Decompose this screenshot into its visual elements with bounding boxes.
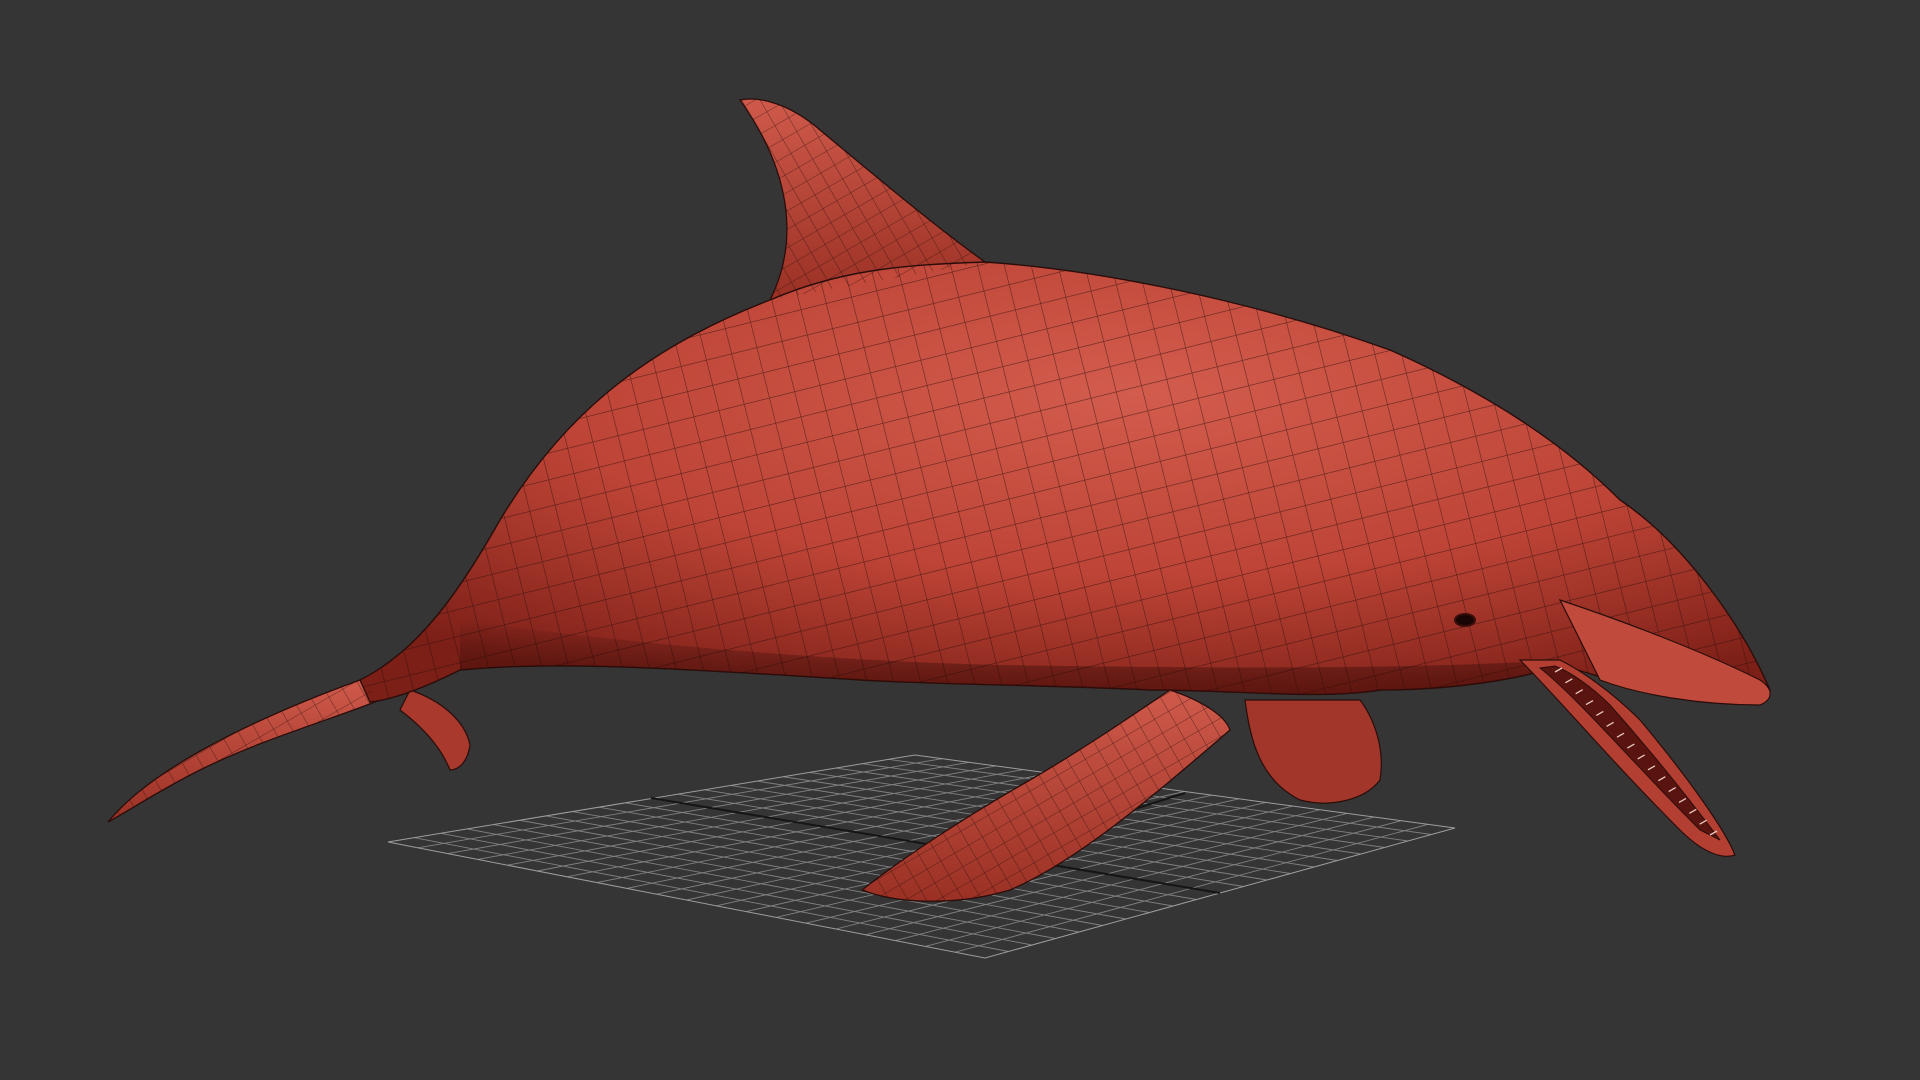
ventral-fin[interactable]	[399, 689, 471, 771]
3d-viewport[interactable]	[0, 0, 1920, 1080]
viewport-canvas[interactable]	[0, 0, 1920, 1080]
dolphin-model[interactable]	[107, 98, 1771, 902]
eye	[1454, 613, 1476, 627]
left-pectoral-fin[interactable]	[1244, 699, 1382, 804]
